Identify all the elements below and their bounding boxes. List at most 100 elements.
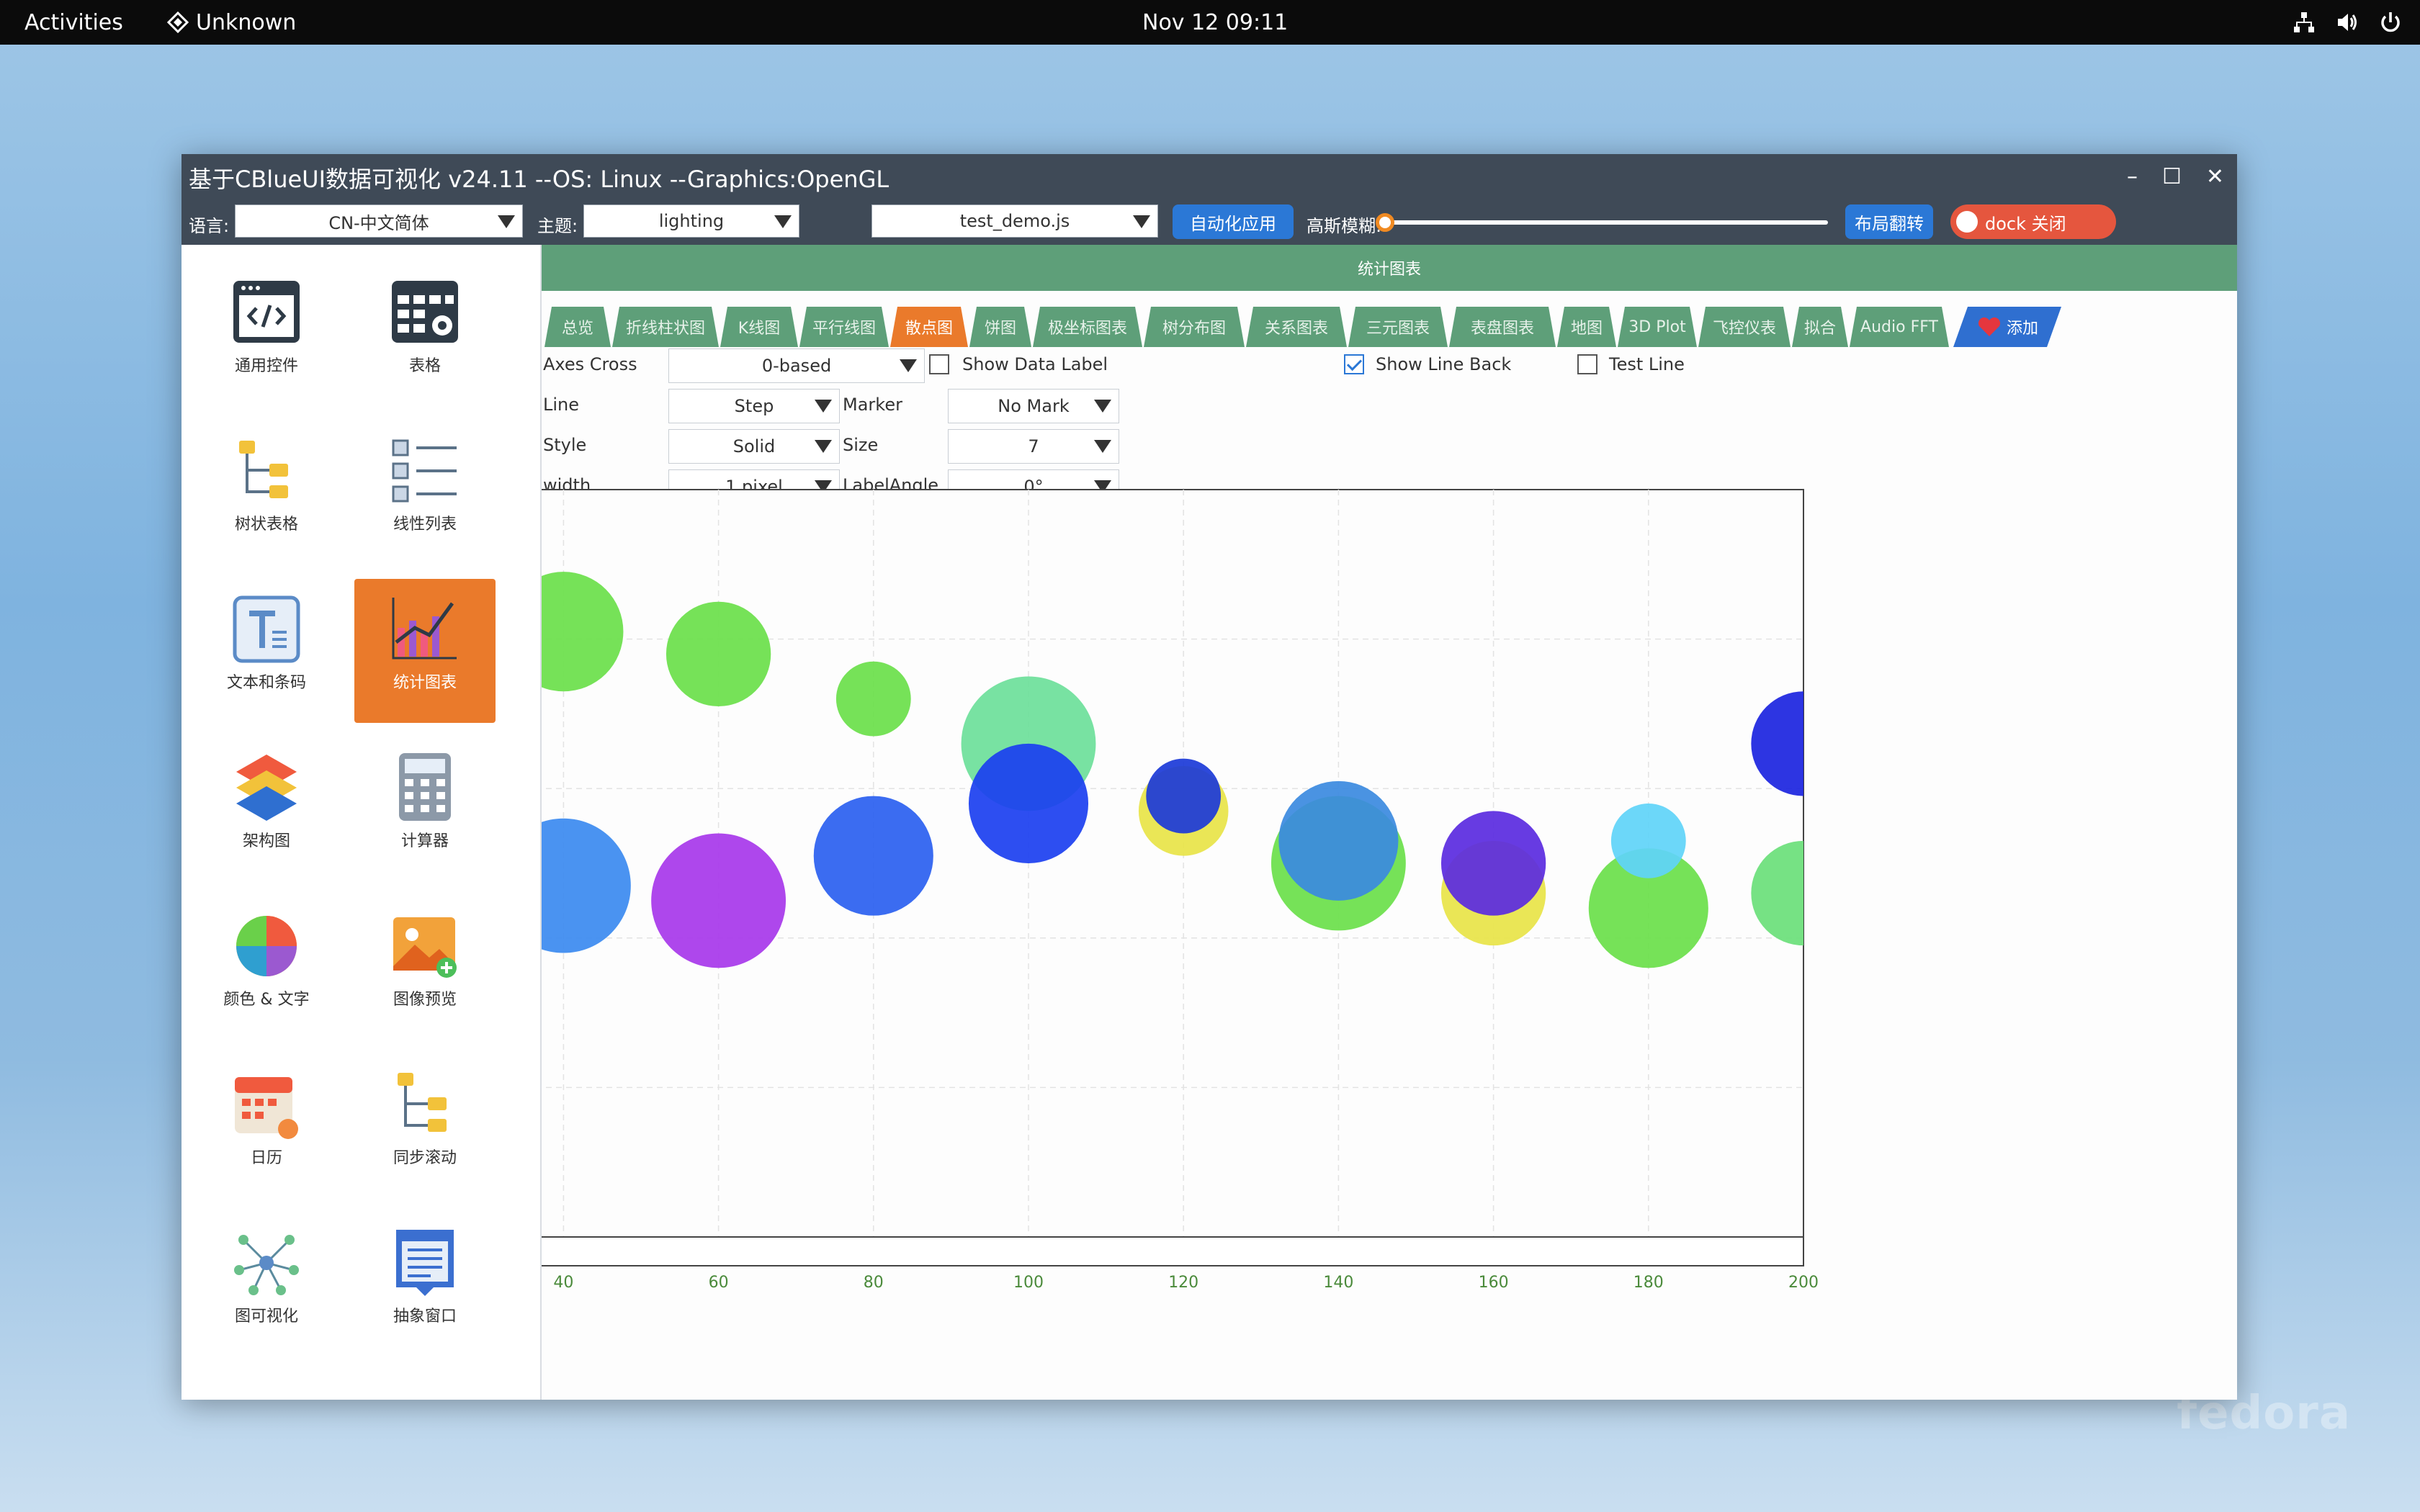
app-diamond-icon [167, 12, 189, 33]
sidebar-item-label: 通用控件 [234, 357, 298, 375]
sidebar-item-chart[interactable]: 统计图表 [354, 579, 496, 723]
sidebar-item-label: 日历 [250, 1149, 282, 1167]
dock-button-label: dock 关闭 [1985, 213, 2066, 234]
sidebar-item-label: 文本和条码 [226, 674, 306, 692]
sidebar-item-label: 表格 [408, 357, 441, 375]
sync-scroll-icon [398, 1073, 447, 1132]
language-select[interactable]: CN-中文简体 [235, 204, 523, 238]
window-title: 基于CBlueUI数据可视化 v24.11 --OS: Linux --Grap… [189, 166, 889, 193]
toggle-knob-icon [1956, 211, 1978, 233]
scatter-point-20[interactable] [1610, 803, 1686, 878]
x-tick-label: 100 [1013, 1274, 1044, 1292]
system-top-bar: Activities Unknown Nov 12 09:11 [0, 0, 2420, 45]
gaussian-blur-label: 高斯模糊: [1307, 216, 1382, 236]
app-window: 基于CBlueUI数据可视化 v24.11 --OS: Linux --Grap… [182, 154, 2237, 1400]
scatter-point-15[interactable] [813, 796, 933, 916]
app-name: Unknown [196, 9, 297, 35]
layers-icon [236, 755, 297, 821]
activities-button[interactable]: Activities [24, 10, 123, 35]
sidebar-item-label: 统计图表 [393, 674, 457, 692]
sidebar-item-image[interactable]: 图像预览 [354, 896, 496, 1040]
x-range-scrollbar[interactable] [542, 1236, 1804, 1266]
tree-table-icon [239, 441, 288, 498]
sidebar-item-layers[interactable]: 架构图 [196, 737, 337, 881]
window-titlebar: 基于CBlueUI数据可视化 v24.11 --OS: Linux --Grap… [182, 154, 2237, 245]
scatter-point-19[interactable] [1440, 811, 1546, 916]
clock[interactable]: Nov 12 09:11 [1142, 10, 1288, 35]
list-icon [392, 439, 457, 503]
scatter-point-14[interactable] [651, 833, 786, 968]
system-tray[interactable] [2292, 10, 2403, 35]
sidebar-item-abstract-window[interactable]: 抽象窗口 [354, 1212, 496, 1356]
chart-icon [392, 598, 457, 660]
x-tick-label: 200 [1788, 1274, 1819, 1292]
language-value: CN-中文简体 [328, 212, 429, 233]
layout-flip-button[interactable]: 布局翻转 [1845, 204, 1933, 239]
x-tick-label: 40 [553, 1274, 573, 1292]
power-icon[interactable] [2378, 10, 2403, 35]
x-tick-label: 80 [864, 1274, 884, 1292]
sidebar-item-color-wheel[interactable]: 颜色 & 文字 [196, 896, 337, 1040]
sidebar-item-text[interactable]: 文本和条码 [196, 579, 337, 723]
table-gear-icon [392, 281, 458, 343]
x-tick-label: 120 [1168, 1274, 1198, 1292]
close-button[interactable]: ✕ [2206, 164, 2224, 189]
sidebar-item-calendar[interactable]: 日历 [196, 1054, 337, 1198]
x-tick-label: 160 [1479, 1274, 1509, 1292]
chevron-down-icon [498, 215, 515, 228]
sidebar-item-table-gear[interactable]: 表格 [354, 262, 496, 406]
script-value: test_demo.js [959, 211, 1070, 231]
blur-slider-track[interactable] [1381, 220, 1828, 225]
x-tick-label: 180 [1634, 1274, 1664, 1292]
scatter-point-18[interactable] [1278, 780, 1399, 901]
chevron-down-icon [774, 215, 792, 228]
scatter-point-4[interactable] [666, 601, 771, 707]
sidebar-item-label: 抽象窗口 [393, 1308, 457, 1326]
minimize-button[interactable]: – [2127, 164, 2138, 189]
volume-icon[interactable] [2335, 10, 2360, 35]
scatter-point-5[interactable] [835, 661, 911, 737]
sidebar-item-code-window[interactable]: 通用控件 [196, 262, 337, 406]
maximize-button[interactable]: ☐ [2162, 164, 2182, 189]
sidebar-item-calculator[interactable]: 计算器 [354, 737, 496, 881]
script-select[interactable]: test_demo.js [871, 204, 1158, 238]
theme-value: lighting [658, 211, 725, 231]
sidebar-item-label: 图像预览 [393, 991, 457, 1009]
sidebar-item-tree-table[interactable]: 树状表格 [196, 420, 337, 564]
blur-slider-handle[interactable] [1376, 213, 1394, 232]
sidebar-item-label: 同步滚动 [393, 1149, 457, 1167]
sidebar-item-label: 颜色 & 文字 [223, 991, 310, 1009]
scatter-point-16[interactable] [968, 743, 1089, 863]
sidebar-item-sync-scroll[interactable]: 同步滚动 [354, 1054, 496, 1198]
scatter-point-17[interactable] [1146, 758, 1222, 834]
sidebar-item-label: 架构图 [242, 832, 290, 850]
app-menu[interactable]: Unknown [167, 10, 296, 35]
sidebar-item-label: 计算器 [400, 832, 449, 850]
chart-panel: 统计图表 总览 折线柱状图 K线图 平行线图 散点图 饼图 极坐标图表 树分布图 关系图表 三元图… [542, 245, 2237, 1400]
sidebar-item-label: 线性列表 [393, 516, 457, 534]
sidebar-item-list[interactable]: 线性列表 [354, 420, 496, 564]
sidebar-item-label: 树状表格 [234, 516, 298, 534]
sidebar-item-graph[interactable]: 图可视化 [196, 1212, 337, 1356]
calculator-icon [399, 753, 451, 821]
x-tick-label: 60 [709, 1274, 729, 1292]
code-window-icon [233, 281, 300, 343]
network-icon[interactable] [2292, 10, 2316, 35]
auto-apply-button[interactable]: 自动化应用 [1173, 204, 1294, 239]
dock-toggle-button[interactable]: dock 关闭 [1950, 204, 2116, 239]
color-wheel-icon [236, 916, 297, 976]
sidebar: 通用控件 表格树状表格 线性列表文本和条码 统计图表架构图 计算器颜色 & 文字 图像预览… [182, 245, 542, 1400]
scatter-chart[interactable]: 020406080100120140160180200020406080100 [542, 245, 2237, 1400]
sidebar-item-label: 图可视化 [234, 1308, 298, 1326]
toolbar: 语言: CN-中文简体 主题: lighting test_demo.js 自动… [182, 199, 2237, 245]
calendar-icon [235, 1077, 298, 1139]
chevron-down-icon [1133, 215, 1150, 228]
x-tick-label: 140 [1323, 1274, 1353, 1292]
abstract-window-icon [396, 1230, 454, 1296]
scatter-point-11[interactable] [1751, 840, 1855, 946]
image-icon [393, 917, 457, 978]
language-label: 语言: [189, 216, 230, 236]
text-icon [233, 595, 300, 663]
scatter-point-21[interactable] [1751, 691, 1855, 796]
theme-select[interactable]: lighting [583, 204, 799, 238]
